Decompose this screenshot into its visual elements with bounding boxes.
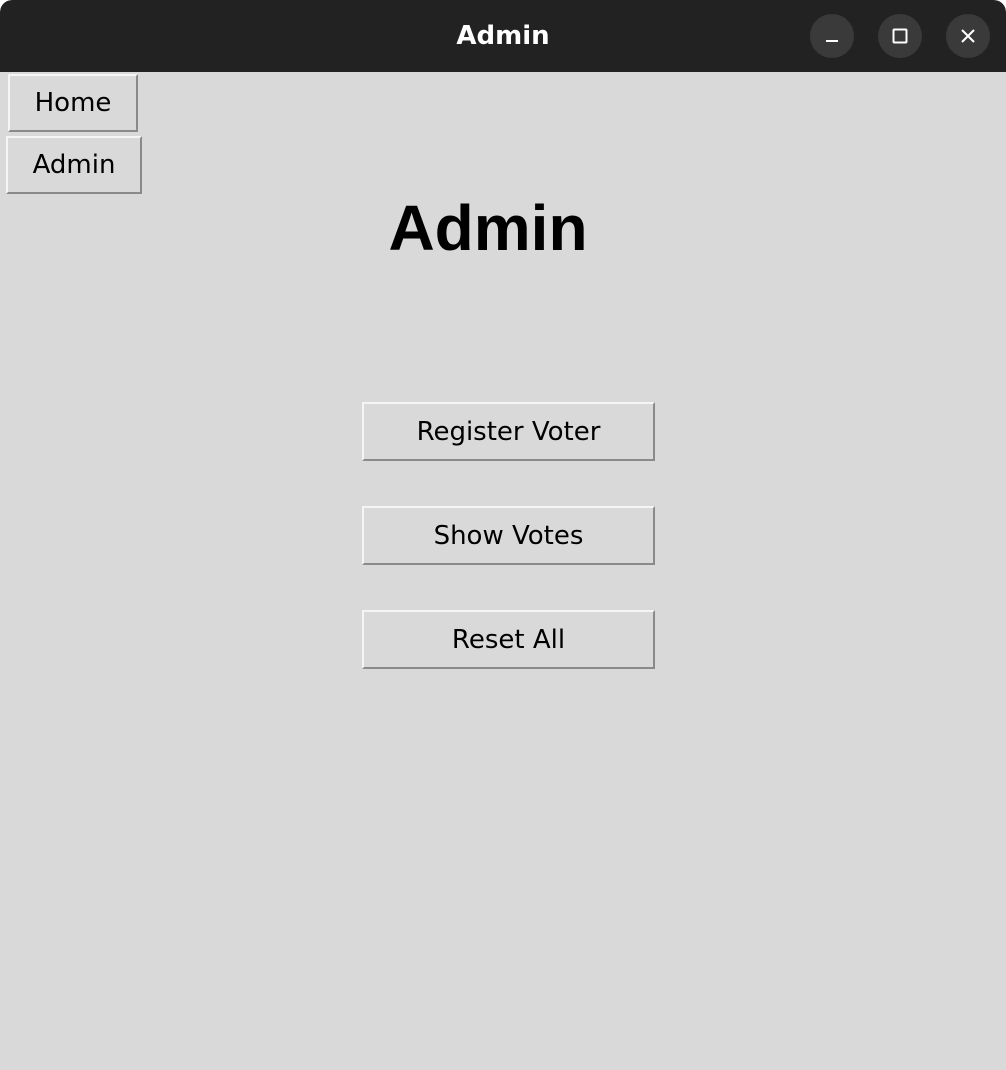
- minimize-button[interactable]: [810, 14, 854, 58]
- page-title: Admin: [388, 192, 588, 264]
- admin-button[interactable]: Admin: [6, 136, 142, 194]
- home-button[interactable]: Home: [8, 74, 138, 132]
- show-votes-button[interactable]: Show Votes: [362, 506, 655, 565]
- reset-all-button[interactable]: Reset All: [362, 610, 655, 669]
- close-button[interactable]: [946, 14, 990, 58]
- title-bar[interactable]: Admin: [0, 0, 1006, 72]
- maximize-icon: [892, 28, 908, 44]
- maximize-button[interactable]: [878, 14, 922, 58]
- app-window: Admin Home Admin Admin Register Voter Sh…: [0, 0, 1006, 1070]
- minimize-icon: [826, 40, 838, 42]
- main-content: Home Admin Admin Register Voter Show Vot…: [5, 72, 1006, 1070]
- window-title: Admin: [456, 21, 550, 51]
- close-icon: [961, 29, 975, 43]
- register-voter-button[interactable]: Register Voter: [362, 402, 655, 461]
